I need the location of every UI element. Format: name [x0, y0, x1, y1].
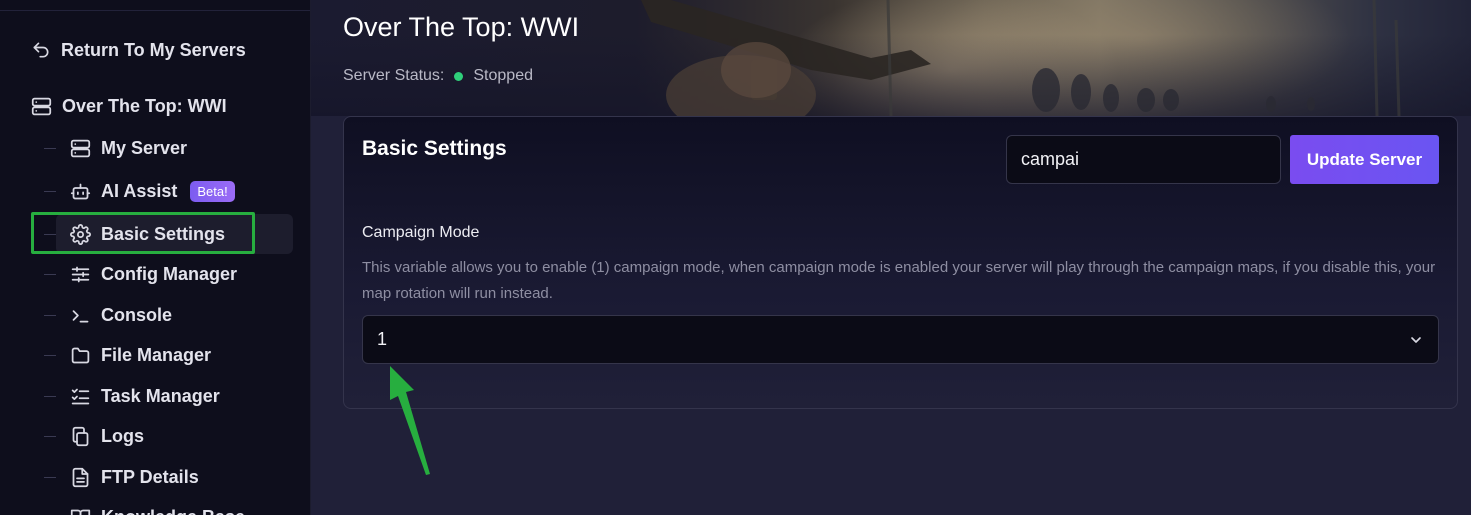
sidebar-item-label: AI Assist	[101, 180, 178, 201]
tree-connector	[44, 148, 56, 149]
sidebar-item-label: My Server	[101, 137, 188, 158]
robot-icon	[70, 183, 91, 199]
field-label: Campaign Mode	[362, 224, 480, 241]
field-description: This variable allows you to enable (1) c…	[362, 259, 1436, 302]
sidebar-item-ai-assist[interactable]: AI Assist Beta!	[70, 171, 235, 211]
card-title: Basic Settings	[362, 137, 507, 160]
select-value: 1	[377, 329, 388, 349]
server-status: Server Status: Stopped	[343, 67, 533, 85]
sidebar-item-knowledge-base[interactable]: Knowledge Base	[70, 497, 245, 515]
chevron-down-icon	[1411, 336, 1421, 343]
server-name: Over The Top: WWI	[62, 95, 227, 116]
tree-connector	[44, 396, 56, 397]
settings-search-input[interactable]	[1006, 135, 1281, 184]
sidebar-item-config-manager[interactable]: Config Manager	[70, 254, 237, 294]
sidebar-item-file-manager[interactable]: File Manager	[70, 335, 211, 375]
page-title: Over The Top: WWI	[343, 12, 580, 42]
sidebar-item-label: Console	[101, 304, 173, 325]
update-server-button[interactable]: Update Server	[1290, 135, 1439, 184]
divider	[0, 10, 310, 11]
sidebar-item-label: Basic Settings	[101, 223, 226, 244]
sidebar: Return To My Servers Over The Top: WWI M…	[0, 0, 311, 515]
sidebar-item-my-server[interactable]: My Server	[70, 128, 187, 168]
sidebar-item-label: Task Manager	[101, 385, 220, 406]
tree-connector	[44, 274, 56, 275]
book-icon	[70, 509, 91, 515]
sidebar-item-label: FTP Details	[101, 466, 199, 487]
tree-connector	[44, 191, 56, 192]
main-content: Over The Top: WWI Server Status: Stopped…	[311, 0, 1471, 515]
annotation-arrow-icon	[390, 366, 430, 475]
server-icon	[31, 97, 52, 115]
gear-icon	[70, 223, 91, 245]
folder-icon	[71, 347, 90, 363]
sidebar-item-task-manager[interactable]: Task Manager	[70, 376, 220, 416]
return-label: Return To My Servers	[61, 39, 246, 60]
tree-connector	[44, 477, 56, 478]
status-indicator-dot	[454, 71, 464, 81]
sidebar-item-logs[interactable]: Logs	[70, 416, 144, 456]
return-arrow-icon	[33, 42, 49, 58]
copy-icon	[72, 426, 89, 446]
sidebar-item-label: Logs	[101, 425, 144, 446]
status-value: Stopped	[473, 67, 533, 84]
server-group-header[interactable]: Over The Top: WWI	[31, 92, 227, 120]
tree-connector	[44, 234, 56, 235]
hero-banner: Over The Top: WWI Server Status: Stopped	[311, 0, 1471, 116]
sidebar-item-console[interactable]: Console	[70, 295, 172, 335]
return-to-servers-link[interactable]: Return To My Servers	[31, 36, 246, 64]
sidebar-item-basic-settings[interactable]: Basic Settings	[70, 214, 225, 254]
file-icon	[72, 467, 89, 487]
server-icon	[70, 139, 91, 157]
beta-badge: Beta!	[190, 180, 235, 202]
tree-connector	[44, 315, 56, 316]
sidebar-item-ftp-details[interactable]: FTP Details	[70, 457, 199, 497]
sliders-icon	[71, 266, 90, 282]
sidebar-item-label: Knowledge Base	[101, 507, 245, 515]
tree-connector	[44, 355, 56, 356]
terminal-icon	[72, 309, 89, 322]
sidebar-item-label: Config Manager	[101, 263, 238, 284]
campaign-mode-select[interactable]: 1	[362, 315, 1439, 364]
sidebar-item-label: File Manager	[101, 344, 212, 365]
status-label: Server Status:	[343, 67, 445, 84]
checklist-icon	[71, 388, 90, 404]
basic-settings-card: Basic Settings Update Server Campaign Mo…	[343, 116, 1458, 409]
tree-connector	[44, 436, 56, 437]
